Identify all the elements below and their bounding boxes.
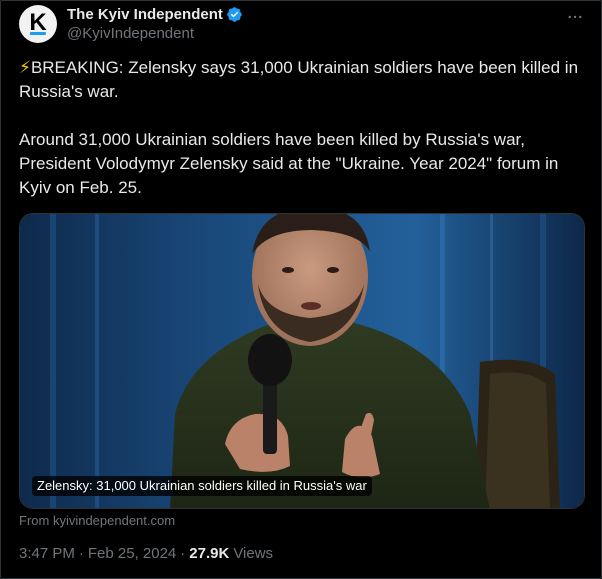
tweet-paragraph-breaking: ⚡BREAKING: Zelensky says 31,000 Ukrainia… — [19, 56, 585, 104]
tweet-time[interactable]: 3:47 PM — [19, 545, 75, 562]
avatar[interactable]: K — [19, 5, 57, 43]
handle[interactable]: @KyivIndependent — [67, 25, 243, 43]
verified-badge-icon — [227, 6, 242, 22]
link-source[interactable]: From kyivindependent.com — [19, 513, 175, 528]
meta-separator-2: · — [180, 545, 186, 562]
more-horizontal-icon[interactable] — [565, 7, 585, 27]
views-label: Views — [233, 545, 274, 562]
account-names: The Kyiv Independent @KyivIndependent — [67, 5, 243, 43]
tweet-date[interactable]: Feb 25, 2024 — [88, 545, 176, 562]
views-count[interactable]: 27.9K — [189, 545, 229, 562]
lightning-icon: ⚡ — [19, 58, 31, 77]
link-card-image[interactable]: Zelensky: 31,000 Ukrainian soldiers kill… — [19, 213, 585, 509]
breaking-text: BREAKING: Zelensky says 31,000 Ukrainian… — [19, 58, 579, 101]
avatar-accent-bar — [30, 32, 46, 35]
zelensky-photo — [20, 214, 584, 508]
link-card-caption: Zelensky: 31,000 Ukrainian soldiers kill… — [32, 476, 372, 496]
tweet-card: K The Kyiv Independent @KyivIndependent … — [0, 0, 602, 579]
display-name[interactable]: The Kyiv Independent — [67, 6, 223, 23]
tweet-header: K The Kyiv Independent @KyivIndependent — [19, 5, 585, 45]
display-name-row: The Kyiv Independent — [67, 5, 243, 23]
meta-separator: · — [78, 545, 84, 562]
tweet-meta: 3:47 PM · Feb 25, 2024 · 27.9K Views — [19, 545, 273, 562]
tweet-text: ⚡BREAKING: Zelensky says 31,000 Ukrainia… — [19, 56, 585, 200]
tweet-paragraph-body: Around 31,000 Ukrainian soldiers have be… — [19, 130, 559, 197]
more-dots-graphic — [568, 15, 582, 19]
